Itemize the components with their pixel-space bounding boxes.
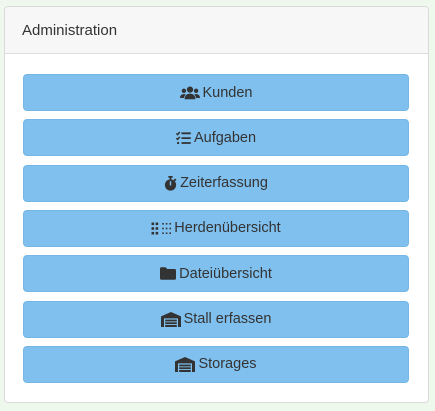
storages-button[interactable]: Storages xyxy=(23,345,409,383)
users-icon xyxy=(179,85,200,101)
dateiuebersicht-button-label: Dateiübersicht xyxy=(179,265,272,282)
panel-title: Administration xyxy=(22,21,118,39)
grid-dots-icon xyxy=(151,220,172,236)
task-list-icon xyxy=(175,130,191,146)
kunden-button-label: Kunden xyxy=(202,84,253,101)
kunden-button[interactable]: Kunden xyxy=(23,74,409,111)
zeiterfassung-button-label: Zeiterfassung xyxy=(180,175,268,192)
panel-header: Administration xyxy=(5,7,428,54)
admin-button-list: Kunden Aufgaben Zeiterfassung Herdenüber… xyxy=(23,74,409,391)
aufgaben-button-label: Aufgaben xyxy=(193,129,257,146)
warehouse-icon xyxy=(175,356,196,372)
storages-button-label: Storages xyxy=(198,356,257,373)
herdenuebersicht-button-label: Herdenübersicht xyxy=(174,220,281,237)
folder-icon xyxy=(160,266,177,282)
aufgaben-button[interactable]: Aufgaben xyxy=(23,119,409,157)
stall-erfassen-button[interactable]: Stall erfassen xyxy=(23,300,409,338)
stopwatch-icon xyxy=(164,175,177,191)
herdenuebersicht-button[interactable]: Herdenübersicht xyxy=(23,209,409,247)
stall-erfassen-button-label: Stall erfassen xyxy=(183,311,272,328)
zeiterfassung-button[interactable]: Zeiterfassung xyxy=(23,164,409,202)
administration-panel: Administration Kunden Aufgaben Zeiterfas… xyxy=(4,6,429,403)
warehouse-icon xyxy=(160,311,181,327)
dateiuebersicht-button[interactable]: Dateiübersicht xyxy=(23,255,409,293)
